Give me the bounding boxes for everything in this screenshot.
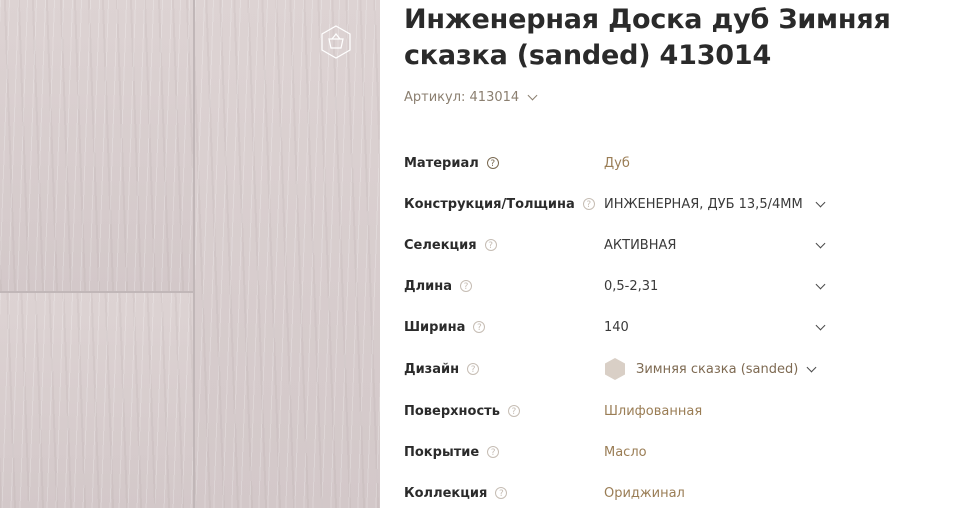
- spec-value-link[interactable]: Дуб: [604, 156, 630, 171]
- plank-bottom-left: [0, 293, 193, 508]
- select-value: 0,5-2,31: [604, 278, 659, 294]
- length-select[interactable]: 0,5-2,31: [604, 274, 826, 298]
- basket-icon: [321, 25, 351, 59]
- spec-label: Материал: [404, 155, 479, 171]
- help-icon[interactable]: ?: [495, 487, 508, 499]
- spec-row-length: Длина? 0,5-2,31: [404, 274, 953, 298]
- spec-label: Поверхность: [404, 403, 500, 419]
- spec-row-surface: Поверхность? Шлифованная: [404, 399, 953, 423]
- spec-value-link[interactable]: Ориджинал: [604, 486, 685, 501]
- chevron-down-icon: [815, 238, 826, 249]
- help-icon[interactable]: ?: [467, 363, 480, 375]
- help-icon[interactable]: ?: [473, 321, 486, 333]
- spec-row-design: Дизайн? Зимняя сказка (sanded): [404, 357, 953, 381]
- chevron-down-icon: [806, 362, 817, 372]
- select-value: Зимняя сказка (sanded): [636, 361, 799, 377]
- help-icon[interactable]: ?: [507, 405, 520, 417]
- construction-select[interactable]: ИНЖЕНЕРНАЯ, ДУБ 13,5/4ММ: [604, 192, 826, 216]
- plank-seam-horizontal: [0, 291, 193, 293]
- width-select[interactable]: 140: [604, 315, 826, 339]
- plank-seam-vertical: [193, 0, 195, 508]
- plank-right: [195, 0, 380, 508]
- help-icon[interactable]: ?: [487, 446, 500, 458]
- spec-label: Ширина: [404, 319, 466, 335]
- help-icon[interactable]: ?: [582, 198, 595, 210]
- plank-top-left: [0, 0, 193, 291]
- spec-label: Длина: [404, 278, 452, 294]
- spec-value-link[interactable]: Масло: [604, 445, 647, 460]
- sku-toggle[interactable]: Артикул: 413014: [404, 90, 538, 105]
- spec-label: Коллекция: [404, 485, 488, 501]
- spec-row-selection: Селекция? АКТИВНАЯ: [404, 233, 953, 257]
- spec-row-material: Материал? Дуб: [404, 151, 953, 175]
- select-value: АКТИВНАЯ: [604, 237, 677, 253]
- chevron-down-icon: [815, 197, 826, 208]
- design-swatch-icon: [605, 358, 625, 380]
- selection-select[interactable]: АКТИВНАЯ: [604, 233, 826, 257]
- chevron-down-icon: [815, 320, 826, 331]
- help-icon[interactable]: ?: [486, 157, 499, 169]
- help-icon[interactable]: ?: [484, 239, 497, 251]
- design-select[interactable]: Зимняя сказка (sanded): [604, 357, 817, 381]
- select-value: ИНЖЕНЕРНАЯ, ДУБ 13,5/4ММ: [604, 196, 803, 212]
- spec-label: Дизайн: [404, 361, 460, 377]
- select-value: 140: [604, 319, 629, 335]
- product-info: Инженерная Доска дуб Зимняя сказка (sand…: [404, 0, 953, 508]
- spec-row-construction: Конструкция/Толщина? ИНЖЕНЕРНАЯ, ДУБ 13,…: [404, 192, 953, 216]
- chevron-down-icon: [815, 279, 826, 290]
- spec-row-width: Ширина? 140: [404, 315, 953, 339]
- product-image-gallery: [0, 0, 380, 508]
- spec-label: Конструкция/Толщина: [404, 196, 575, 212]
- product-title: Инженерная Доска дуб Зимняя сказка (sand…: [404, 4, 891, 71]
- spec-label: Селекция: [404, 237, 477, 253]
- sku-label: Артикул: 413014: [404, 90, 520, 105]
- spec-label: Покрытие: [404, 444, 480, 460]
- basket-button[interactable]: [318, 24, 354, 60]
- help-icon[interactable]: ?: [459, 280, 472, 292]
- spec-value-link[interactable]: Шлифованная: [604, 404, 702, 419]
- spec-row-collection: Коллекция? Ориджинал: [404, 481, 953, 505]
- chevron-down-icon: [527, 90, 538, 101]
- spec-row-coating: Покрытие? Масло: [404, 440, 953, 464]
